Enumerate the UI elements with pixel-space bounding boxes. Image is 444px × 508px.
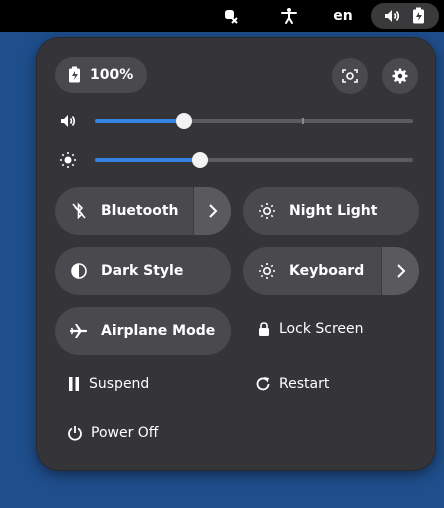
airplane-mode-toggle[interactable]: Airplane Mode (55, 307, 231, 355)
bluetooth-disabled-icon (69, 202, 89, 220)
restart-label: Restart (279, 376, 330, 392)
lock-icon (257, 321, 271, 337)
top-bar: en (0, 0, 444, 32)
privacy-indicator-icon[interactable] (218, 0, 242, 32)
dark-style-icon (69, 262, 89, 280)
power-icon (67, 425, 83, 441)
input-language-indicator[interactable]: en (330, 0, 356, 32)
suspend-label: Suspend (89, 376, 150, 392)
system-status-button[interactable] (371, 3, 439, 29)
brightness-slider[interactable] (95, 152, 413, 168)
keyboard-menu-arrow[interactable] (381, 247, 419, 295)
lock-screen-button[interactable]: Lock Screen (257, 321, 364, 337)
dark-style-label: Dark Style (101, 263, 184, 279)
bluetooth-toggle[interactable]: Bluetooth (55, 187, 231, 235)
screenshot-button[interactable] (332, 58, 368, 94)
volume-icon[interactable] (59, 112, 77, 130)
settings-button[interactable] (382, 58, 418, 94)
volume-slider-handle[interactable] (176, 113, 192, 129)
quick-settings-menu: 100% Bluetooth Night Light Dark Style Ke… (37, 38, 435, 470)
battery-icon (68, 66, 82, 84)
night-light-toggle[interactable]: Night Light (243, 187, 419, 235)
battery-icon (411, 7, 427, 25)
volume-slider-row (59, 110, 419, 132)
lock-screen-label: Lock Screen (279, 321, 364, 337)
brightness-slider-handle[interactable] (192, 152, 208, 168)
volume-max-mark (302, 118, 304, 124)
battery-status-button[interactable]: 100% (55, 57, 147, 93)
night-light-label: Night Light (289, 203, 378, 219)
volume-icon (383, 7, 401, 25)
brightness-slider-fill (95, 158, 200, 162)
keyboard-toggle[interactable]: Keyboard (243, 247, 419, 295)
battery-percentage: 100% (90, 67, 134, 83)
volume-slider[interactable] (95, 113, 413, 129)
airplane-mode-label: Airplane Mode (101, 323, 216, 339)
power-off-label: Power Off (91, 425, 159, 441)
brightness-slider-row (59, 149, 419, 171)
gear-icon (391, 67, 409, 85)
suspend-button[interactable]: Suspend (67, 376, 149, 392)
restart-icon (255, 376, 271, 392)
bluetooth-label: Bluetooth (101, 203, 179, 219)
restart-button[interactable]: Restart (255, 376, 329, 392)
dark-style-toggle[interactable]: Dark Style (55, 247, 231, 295)
volume-slider-fill (95, 119, 184, 123)
keyboard-brightness-icon (257, 262, 277, 280)
brightness-icon (59, 151, 77, 169)
bluetooth-menu-arrow[interactable] (193, 187, 231, 235)
airplane-icon (69, 322, 89, 340)
accessibility-icon[interactable] (277, 0, 301, 32)
power-off-button[interactable]: Power Off (67, 425, 158, 441)
suspend-icon (67, 376, 81, 392)
keyboard-label: Keyboard (289, 263, 365, 279)
night-light-icon (257, 202, 277, 220)
screenshot-icon (341, 67, 359, 85)
